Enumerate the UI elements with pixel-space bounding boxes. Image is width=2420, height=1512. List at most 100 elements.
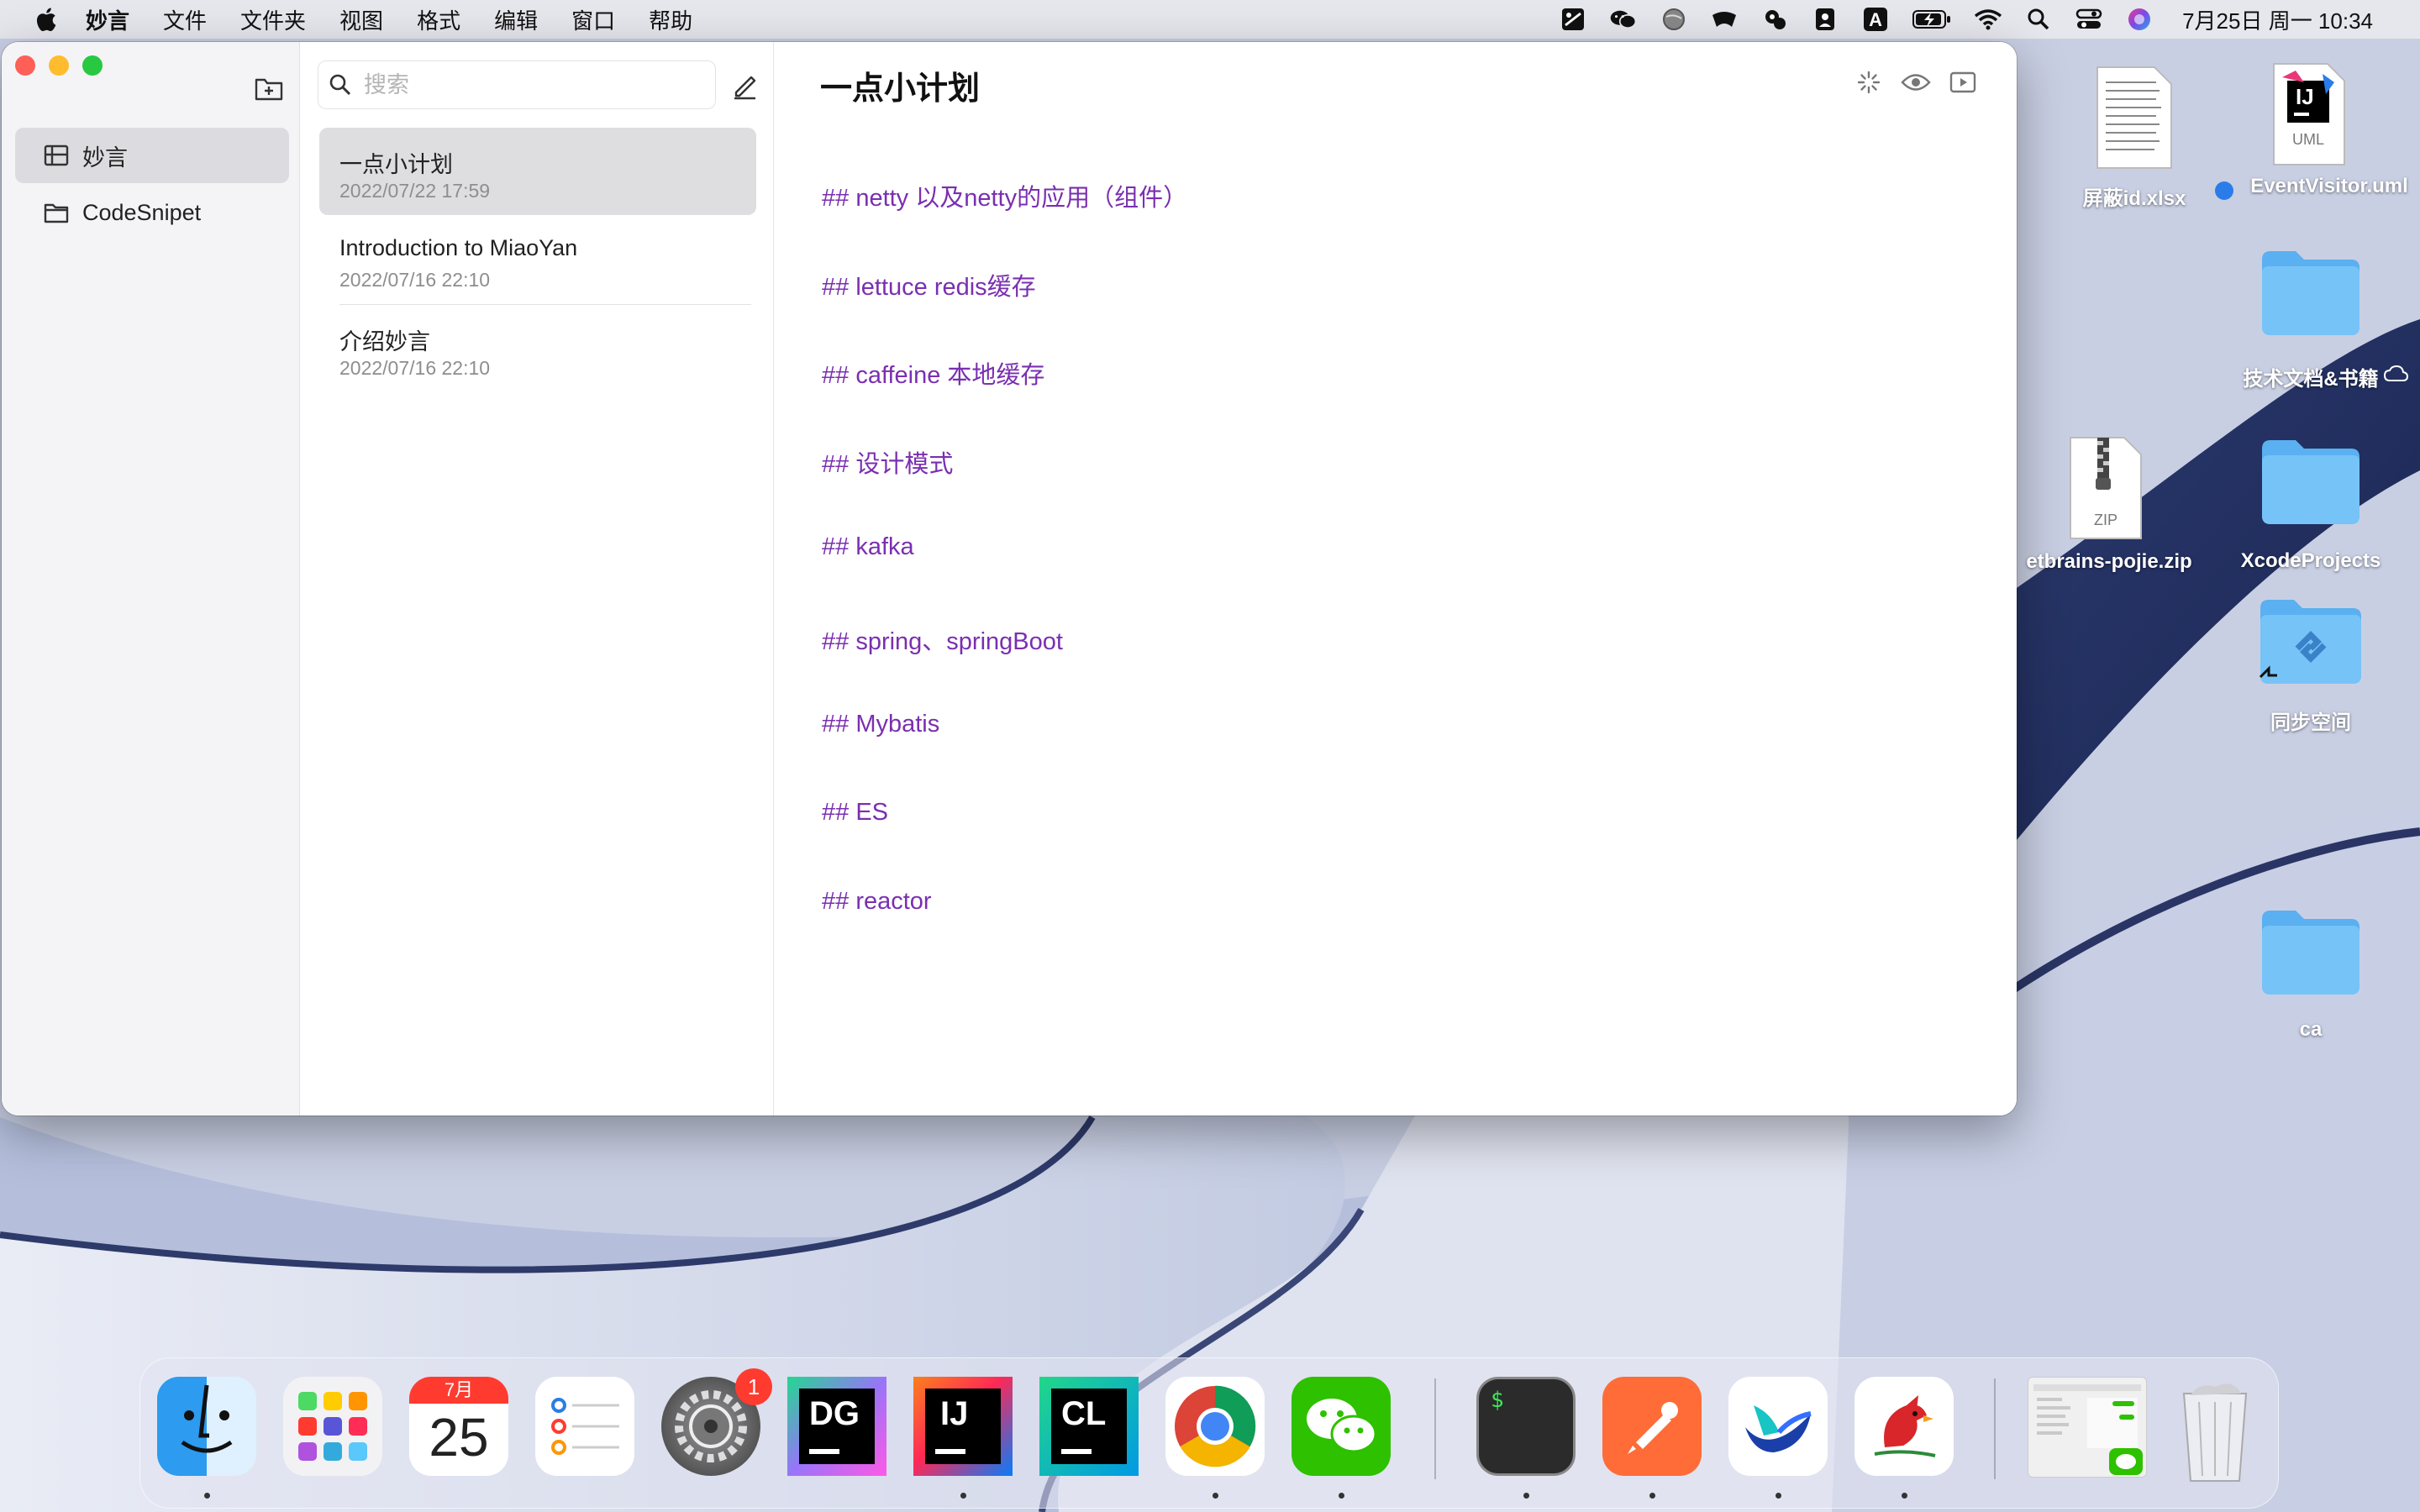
folder-icon	[2262, 911, 2360, 995]
preview-eye-icon[interactable]	[1899, 66, 1933, 99]
datagrip-text: DG	[809, 1395, 860, 1432]
bird-icon[interactable]	[1710, 7, 1739, 32]
scratch-icon[interactable]	[1559, 7, 1587, 32]
calendar-day: 25	[429, 1407, 489, 1467]
menu-app-name[interactable]: 妙言	[86, 4, 129, 35]
note-item[interactable]: Introduction to MiaoYan 2022/07/16 22:10	[319, 217, 756, 304]
storage-icon	[44, 144, 69, 166]
battery-icon[interactable]	[1912, 7, 1952, 32]
wechat-icon[interactable]	[1609, 7, 1638, 32]
input-method-icon[interactable]: A	[1861, 7, 1890, 32]
markdown-heading-line: ## kafka	[822, 533, 914, 560]
terminal-icon[interactable]: $	[1476, 1377, 1576, 1476]
desktop-folder-xcode[interactable]: XcodeProjects	[2218, 437, 2403, 588]
dock-separator	[1994, 1378, 1996, 1479]
uml-logo-text: IJ	[2296, 84, 2314, 109]
search-box[interactable]	[318, 60, 716, 109]
markdown-heading-line: ## netty 以及netty的应用（组件）	[822, 185, 1188, 212]
folder-icon	[44, 203, 69, 223]
datagrip-icon[interactable]: DG	[787, 1377, 886, 1476]
desktop-folder-sync[interactable]: 同步空间	[2218, 596, 2403, 739]
note-title-heading[interactable]: 一点小计划	[820, 62, 980, 108]
icloud-download-icon[interactable]	[2383, 365, 2408, 384]
markdown-heading-line: ## 设计模式	[822, 451, 954, 478]
sync-folder-icon	[2259, 600, 2361, 684]
note-date: 2022/07/22 17:59	[339, 180, 491, 202]
qq-icon[interactable]	[1760, 7, 1789, 32]
menu-format[interactable]: 格式	[417, 4, 460, 35]
chrome-icon[interactable]	[1165, 1377, 1265, 1476]
sidebar-item-label: 妙言	[82, 144, 128, 171]
uml-badge-text: UML	[2292, 131, 2325, 148]
new-folder-icon[interactable]	[254, 74, 284, 102]
close-window-button[interactable]	[15, 55, 35, 76]
blue-tag-dot	[2215, 181, 2233, 200]
folder-sidebar: 妙言 CodeSnipet	[2, 42, 300, 1116]
finder-icon[interactable]	[157, 1377, 256, 1476]
sidebar-item-label: CodeSnipet	[82, 199, 202, 225]
running-indicator	[1213, 1493, 1218, 1499]
wechat-icon[interactable]	[1292, 1377, 1391, 1476]
clion-text: CL	[1061, 1395, 1107, 1432]
markdown-heading-line: ## lettuce redis缓存	[822, 274, 1036, 301]
desktop-folder-ca[interactable]: ca	[2218, 907, 2403, 1050]
desktop-file-xlsx[interactable]: 屏蔽id.xlsx	[2050, 59, 2218, 218]
note-date: 2022/07/16 22:10	[339, 357, 491, 379]
calendar-month: 7月	[409, 1377, 508, 1404]
running-indicator	[204, 1493, 210, 1499]
siri-icon[interactable]	[2125, 7, 2154, 32]
reminders-icon[interactable]	[535, 1377, 634, 1476]
system-preferences-icon[interactable]: 1	[661, 1368, 772, 1476]
zoom-window-button[interactable]	[82, 55, 103, 76]
editor-pane[interactable]: 一点小计划 ## netty 以及netty的应用（组件） ## lettuce…	[775, 42, 2017, 1116]
markdown-heading-line: ## ES	[822, 799, 888, 826]
desktop-folder-docs[interactable]: 技术文档&书籍	[2218, 248, 2408, 399]
postman-icon[interactable]	[1602, 1377, 1702, 1476]
search-icon[interactable]	[2024, 7, 2053, 32]
menubar-clock[interactable]: 7月25日 周一 10:34	[2182, 4, 2373, 35]
new-note-icon[interactable]	[729, 71, 760, 101]
launchpad-icon[interactable]	[283, 1377, 382, 1476]
cardinal-icon[interactable]	[1854, 1377, 1954, 1476]
sidebar-item-miaoyan[interactable]: 妙言	[15, 128, 289, 183]
note-title: 一点小计划	[339, 152, 453, 177]
notification-badge: 1	[735, 1368, 772, 1405]
menu-folder[interactable]: 文件夹	[240, 4, 306, 35]
recent-window-icon[interactable]	[2028, 1377, 2147, 1478]
clion-icon[interactable]: CL	[1039, 1377, 1139, 1476]
menu-file[interactable]: 文件	[163, 4, 207, 35]
note-title: Introduction to MiaoYan	[339, 235, 578, 260]
dock-separator	[1434, 1378, 1436, 1479]
globe-icon[interactable]	[1660, 7, 1688, 32]
control-center-icon[interactable]	[2075, 7, 2103, 32]
sidebar-item-codesnipet[interactable]: CodeSnipet	[15, 185, 289, 240]
markdown-heading-line: ## Mybatis	[822, 711, 940, 738]
desktop-icon-label: 屏蔽id.xlsx	[2082, 187, 2186, 210]
menu-window[interactable]: 窗口	[571, 4, 615, 35]
menu-edit[interactable]: 编辑	[494, 4, 538, 35]
desktop-icon-label: 技术文档&书籍	[2243, 368, 2379, 391]
contacts-icon[interactable]	[1811, 7, 1839, 32]
trash-icon[interactable]	[2165, 1377, 2265, 1482]
note-date: 2022/07/16 22:10	[339, 269, 491, 291]
desktop-file-zip[interactable]: ZIP etbrains-pojie.zip	[2017, 433, 2202, 584]
calendar-icon[interactable]: 7月 25	[409, 1377, 508, 1476]
note-item[interactable]: 一点小计划 2022/07/22 17:59	[319, 128, 756, 215]
menu-help[interactable]: 帮助	[649, 4, 692, 35]
note-item[interactable]: 介绍妙言 2022/07/16 22:10	[319, 305, 756, 392]
format-icon[interactable]	[1852, 66, 1886, 99]
search-input[interactable]	[362, 71, 702, 99]
intellij-icon[interactable]: IJ	[913, 1377, 1013, 1476]
wifi-icon[interactable]	[1974, 7, 2002, 32]
menu-view[interactable]: 视图	[339, 4, 383, 35]
feishu-icon[interactable]	[1728, 1377, 1828, 1476]
intellij-text: IJ	[940, 1395, 969, 1432]
desktop-icon-label: XcodeProjects	[2240, 549, 2381, 572]
running-indicator	[960, 1493, 966, 1499]
presentation-icon[interactable]	[1946, 66, 1980, 99]
apple-menu-icon[interactable]	[34, 6, 57, 33]
desktop-file-uml[interactable]: IJ UML EventVisitor.uml	[2215, 59, 2408, 218]
spreadsheet-file-icon	[2096, 66, 2172, 169]
menu-bar: 妙言 文件 文件夹 视图 格式 编辑 窗口 帮助 A 7月25日 周一 10:3…	[0, 0, 2420, 39]
minimize-window-button[interactable]	[49, 55, 69, 76]
